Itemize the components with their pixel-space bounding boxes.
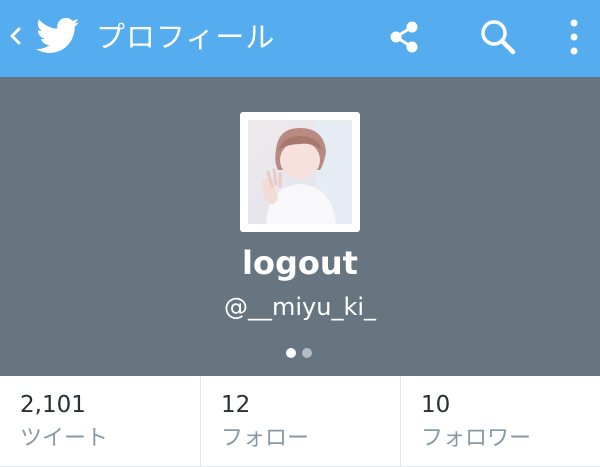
stat-tweets[interactable]: 2,101 ツイート bbox=[0, 376, 200, 466]
search-icon bbox=[481, 20, 516, 55]
back-button[interactable] bbox=[6, 20, 26, 52]
stat-count: 10 bbox=[421, 392, 451, 418]
stat-followers[interactable]: 10 フォロワー bbox=[400, 376, 600, 466]
chevron-left-icon bbox=[10, 27, 21, 45]
profile-header: logout @__miyu_ki_ bbox=[0, 77, 600, 376]
page-dot-inactive[interactable] bbox=[302, 348, 312, 358]
avatar-photo bbox=[248, 120, 352, 224]
stat-label: フォロー bbox=[221, 426, 310, 451]
page-indicator[interactable] bbox=[286, 348, 316, 358]
more-options-button[interactable] bbox=[552, 14, 596, 60]
more-vertical-icon bbox=[570, 19, 578, 55]
username-handle: @__miyu_ki_ bbox=[223, 293, 377, 321]
stat-count: 2,101 bbox=[20, 392, 86, 418]
stats-bar: 2,101 ツイート 12 フォロー 10 フォロワー bbox=[0, 376, 600, 467]
twitter-bird-icon bbox=[36, 17, 80, 53]
display-name: logout bbox=[242, 244, 358, 282]
share-icon bbox=[390, 21, 418, 53]
stat-following[interactable]: 12 フォロー bbox=[200, 376, 400, 466]
search-button[interactable] bbox=[476, 14, 520, 60]
app-bar: プロフィール bbox=[0, 0, 600, 77]
stat-label: フォロワー bbox=[421, 426, 532, 451]
twitter-logo[interactable] bbox=[36, 17, 80, 55]
stat-label: ツイート bbox=[20, 426, 109, 451]
page-dot-active[interactable] bbox=[286, 348, 296, 358]
stat-count: 12 bbox=[221, 392, 251, 418]
share-button[interactable] bbox=[382, 14, 426, 60]
avatar[interactable] bbox=[240, 112, 360, 232]
page-title: プロフィール bbox=[96, 20, 276, 54]
